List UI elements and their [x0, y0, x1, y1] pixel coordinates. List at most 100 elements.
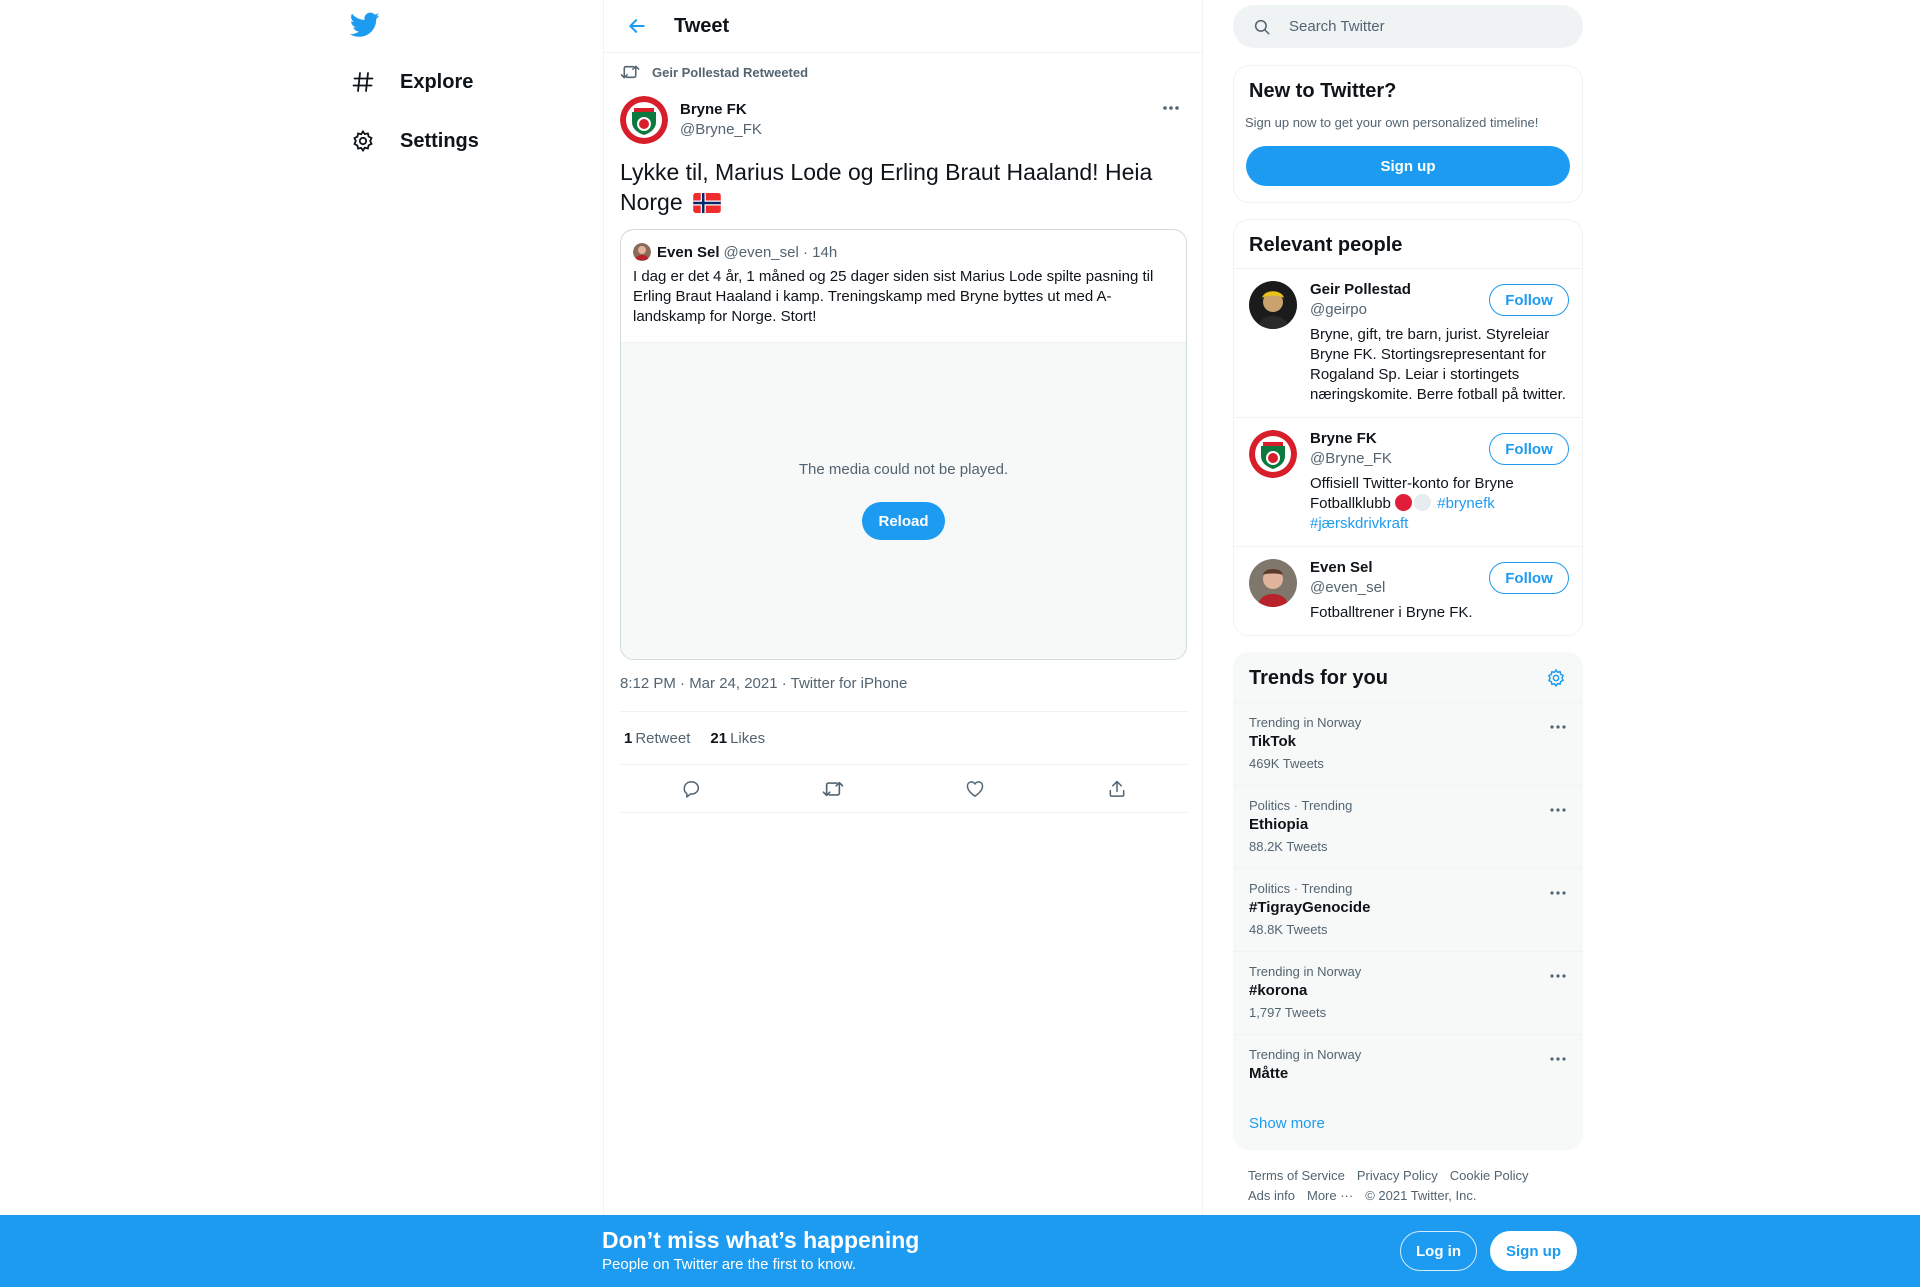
more-options-button[interactable]: [1154, 98, 1188, 118]
nav-settings[interactable]: Settings: [350, 121, 479, 161]
person-geir-pollestad[interactable]: Geir Pollestad @geirpo Bryne, gift, tre …: [1234, 268, 1582, 417]
footer-ads-info-link[interactable]: Ads info: [1248, 1188, 1295, 1203]
search-icon: [1254, 19, 1270, 34]
show-more-link[interactable]: Show more: [1249, 1115, 1325, 1132]
retweet-icon: [822, 781, 844, 796]
trend-name: #TigrayGenocide: [1249, 899, 1371, 916]
person-handle[interactable]: @Bryne_FK: [1310, 450, 1392, 467]
footer-more-link[interactable]: More ···: [1307, 1188, 1353, 1203]
likes-count: 21: [710, 729, 728, 747]
person-handle[interactable]: @geirpo: [1310, 301, 1367, 318]
search-input[interactable]: [1289, 18, 1549, 35]
tweet-author[interactable]: Bryne FK @Bryne_FK: [620, 96, 762, 144]
trend-more-button[interactable]: [1546, 966, 1570, 986]
more-dots-icon: [1550, 725, 1566, 729]
footer-cookie-link[interactable]: Cookie Policy: [1450, 1168, 1529, 1183]
relevant-people-card: Relevant people Geir Pollestad @geirpo B…: [1233, 219, 1583, 636]
trends-settings-button[interactable]: [1546, 668, 1566, 693]
norway-flag-icon: [693, 190, 721, 220]
footer-privacy-link[interactable]: Privacy Policy: [1357, 1168, 1438, 1183]
trend-count: 469K Tweets: [1249, 756, 1324, 771]
reply-icon: [683, 780, 700, 798]
media-error-message: The media could not be played.: [798, 461, 1009, 478]
trend-context: Politics · Trending: [1249, 881, 1353, 896]
trend-context: Politics · Trending: [1249, 798, 1353, 813]
trends-title: Trends for you: [1249, 667, 1388, 689]
follow-button[interactable]: Follow: [1489, 433, 1569, 465]
page-title: Tweet: [674, 14, 730, 37]
trends-card: Trends for you Trending in Norway TikTok…: [1233, 652, 1583, 1150]
quoted-author-name: Even Sel: [657, 243, 720, 261]
trend-context: Trending in Norway: [1249, 964, 1362, 979]
more-dots-icon: [1550, 1057, 1566, 1061]
geir-pollestad-avatar[interactable]: [1249, 281, 1297, 329]
trend-more-button[interactable]: [1546, 883, 1570, 903]
trend-name: Måtte: [1249, 1065, 1289, 1082]
gear-icon: [350, 128, 376, 154]
bryne-fk-avatar[interactable]: [620, 96, 668, 144]
follow-button[interactable]: Follow: [1489, 562, 1569, 594]
retweets-stat[interactable]: 1 Retweet: [624, 730, 690, 747]
person-bryne-fk[interactable]: Bryne FK @Bryne_FK Offisiell Twitter-kon…: [1234, 417, 1582, 546]
signup-button[interactable]: Sign up: [1490, 1231, 1577, 1271]
footer-terms-link[interactable]: Terms of Service: [1248, 1168, 1345, 1183]
trend-context: Trending in Norway: [1249, 1047, 1362, 1062]
person-handle[interactable]: @even_sel: [1310, 579, 1385, 596]
retweet-button[interactable]: [814, 770, 852, 808]
tweet-text: Lykke til, Marius Lode og Erling Braut H…: [620, 157, 1180, 220]
relevant-people-title: Relevant people: [1249, 234, 1403, 256]
like-button[interactable]: [956, 770, 994, 808]
trend-more-button[interactable]: [1546, 717, 1570, 737]
more-dots-icon: [1163, 106, 1179, 110]
quoted-handle-time: @even_sel · 14h: [723, 243, 838, 261]
person-name[interactable]: Bryne FK: [1310, 430, 1377, 447]
bryne-fk-avatar[interactable]: [1249, 430, 1297, 478]
bottom-bar-title: Don’t miss what’s happening: [602, 1227, 920, 1253]
search-box[interactable]: [1233, 5, 1583, 48]
nav-explore-label: Explore: [400, 70, 474, 93]
share-button[interactable]: [1098, 770, 1136, 808]
author-handle[interactable]: @Bryne_FK: [680, 120, 762, 140]
reload-button[interactable]: Reload: [862, 502, 945, 540]
media-player[interactable]: The media could not be played. Reload: [621, 342, 1186, 659]
twitter-logo-icon[interactable]: [349, 12, 380, 38]
trend-item[interactable]: Trending in Norway TikTok 469K Tweets: [1234, 702, 1582, 785]
nav-explore[interactable]: Explore: [350, 62, 473, 102]
trend-name: #korona: [1249, 982, 1308, 999]
person-bio: Bryne, gift, tre barn, jurist. Styreleia…: [1310, 326, 1566, 403]
share-icon: [1109, 780, 1125, 797]
retweet-icon: [620, 65, 640, 79]
reply-button[interactable]: [672, 770, 710, 808]
trend-item[interactable]: Politics · Trending #TigrayGenocide 48.8…: [1234, 868, 1582, 951]
quoted-text: I dag er det 4 år, 1 måned og 25 dager s…: [633, 268, 1154, 325]
trend-item[interactable]: Trending in Norway Måtte: [1234, 1034, 1582, 1097]
trend-item[interactable]: Trending in Norway #korona 1,797 Tweets: [1234, 951, 1582, 1034]
heart-icon: [966, 780, 984, 797]
person-name[interactable]: Even Sel: [1310, 559, 1373, 576]
follow-button[interactable]: Follow: [1489, 284, 1569, 316]
even-sel-avatar: [633, 243, 651, 261]
trend-count: 48.8K Tweets: [1249, 922, 1328, 937]
likes-stat[interactable]: 21 Likes: [710, 730, 765, 747]
back-button[interactable]: [620, 9, 654, 43]
person-bio: Fotballtrener i Bryne FK.: [1310, 604, 1473, 621]
person-even-sel[interactable]: Even Sel @even_sel Fotballtrener i Bryne…: [1234, 546, 1582, 635]
bottom-bar-subtitle: People on Twitter are the first to know.: [602, 1256, 857, 1273]
retweeted-by[interactable]: Geir Pollestad Retweeted: [620, 63, 808, 81]
trend-item[interactable]: Politics · Trending Ethiopia 88.2K Tweet…: [1234, 785, 1582, 868]
trend-more-button[interactable]: [1546, 1049, 1570, 1069]
likes-label: Likes: [730, 729, 766, 747]
tweet-actions: [620, 765, 1188, 813]
trend-more-button[interactable]: [1546, 800, 1570, 820]
retweets-label: Retweet: [635, 729, 691, 747]
even-sel-avatar[interactable]: [1249, 559, 1297, 607]
arrow-left-icon: [629, 19, 645, 33]
person-name[interactable]: Geir Pollestad: [1310, 281, 1411, 298]
author-name[interactable]: Bryne FK: [680, 100, 762, 120]
more-dots-icon: [1550, 891, 1566, 895]
white-circle-icon: [1414, 494, 1432, 511]
quoted-tweet[interactable]: Even Sel @even_sel · 14h I dag er det 4 …: [620, 229, 1187, 660]
sidebar-signup-button[interactable]: Sign up: [1246, 146, 1570, 186]
login-button[interactable]: Log in: [1400, 1231, 1477, 1271]
tweet-meta[interactable]: 8:12 PM · Mar 24, 2021 · Twitter for iPh…: [620, 675, 907, 692]
